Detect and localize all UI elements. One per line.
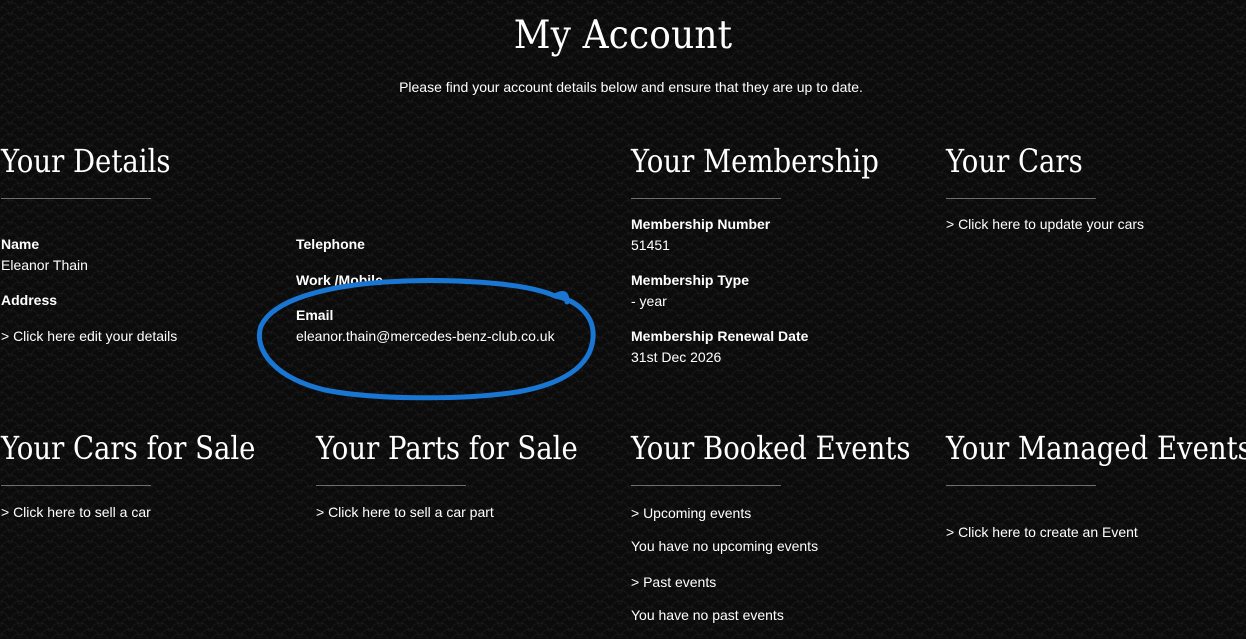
your-details-heading: Your Details	[1, 142, 171, 180]
booked-events-heading: Your Booked Events	[631, 429, 911, 467]
parts-for-sale-heading: Your Parts for Sale	[316, 429, 578, 467]
your-cars-heading: Your Cars	[946, 142, 1083, 180]
membership-number-value: 51451	[631, 237, 670, 253]
no-upcoming-events-text: You have no upcoming events	[631, 538, 819, 554]
page-title: My Account	[513, 13, 733, 58]
sell-car-link[interactable]: > Click here to sell a car	[1, 504, 151, 520]
membership-number-label: Membership Number	[631, 216, 771, 232]
email-value: eleanor.thain@mercedes-benz-club.co.uk	[296, 328, 555, 344]
your-details-divider	[1, 198, 151, 199]
name-value: Eleanor Thain	[1, 257, 88, 273]
create-event-link[interactable]: > Click here to create an Event	[946, 524, 1138, 540]
sell-car-part-link[interactable]: > Click here to sell a car part	[316, 504, 494, 520]
managed-events-heading: Your Managed Events	[946, 429, 1246, 467]
telephone-label: Telephone	[296, 236, 365, 252]
your-membership-divider	[631, 198, 781, 199]
email-label: Email	[296, 307, 334, 323]
membership-renewal-label: Membership Renewal Date	[631, 328, 809, 344]
work-mobile-label: Work /Mobile	[296, 272, 383, 288]
parts-for-sale-divider	[316, 485, 466, 486]
address-label: Address	[1, 292, 58, 308]
membership-type-value: - year	[631, 293, 667, 309]
upcoming-events-link[interactable]: > Upcoming events	[631, 505, 751, 521]
edit-details-link[interactable]: > Click here edit your details	[1, 328, 177, 344]
past-events-link[interactable]: > Past events	[631, 574, 716, 590]
cars-for-sale-divider	[1, 485, 151, 486]
managed-events-divider	[946, 485, 1096, 486]
your-cars-divider	[946, 198, 1096, 199]
booked-events-divider	[631, 485, 781, 486]
your-membership-heading: Your Membership	[631, 142, 879, 180]
cars-for-sale-heading: Your Cars for Sale	[1, 429, 256, 467]
no-past-events-text: You have no past events	[631, 607, 784, 623]
membership-renewal-value: 31st Dec 2026	[631, 349, 722, 365]
membership-type-label: Membership Type	[631, 272, 749, 288]
name-label: Name	[1, 236, 40, 252]
page-subtitle: Please find your account details below a…	[399, 79, 863, 95]
update-cars-link[interactable]: > Click here to update your cars	[946, 216, 1144, 232]
